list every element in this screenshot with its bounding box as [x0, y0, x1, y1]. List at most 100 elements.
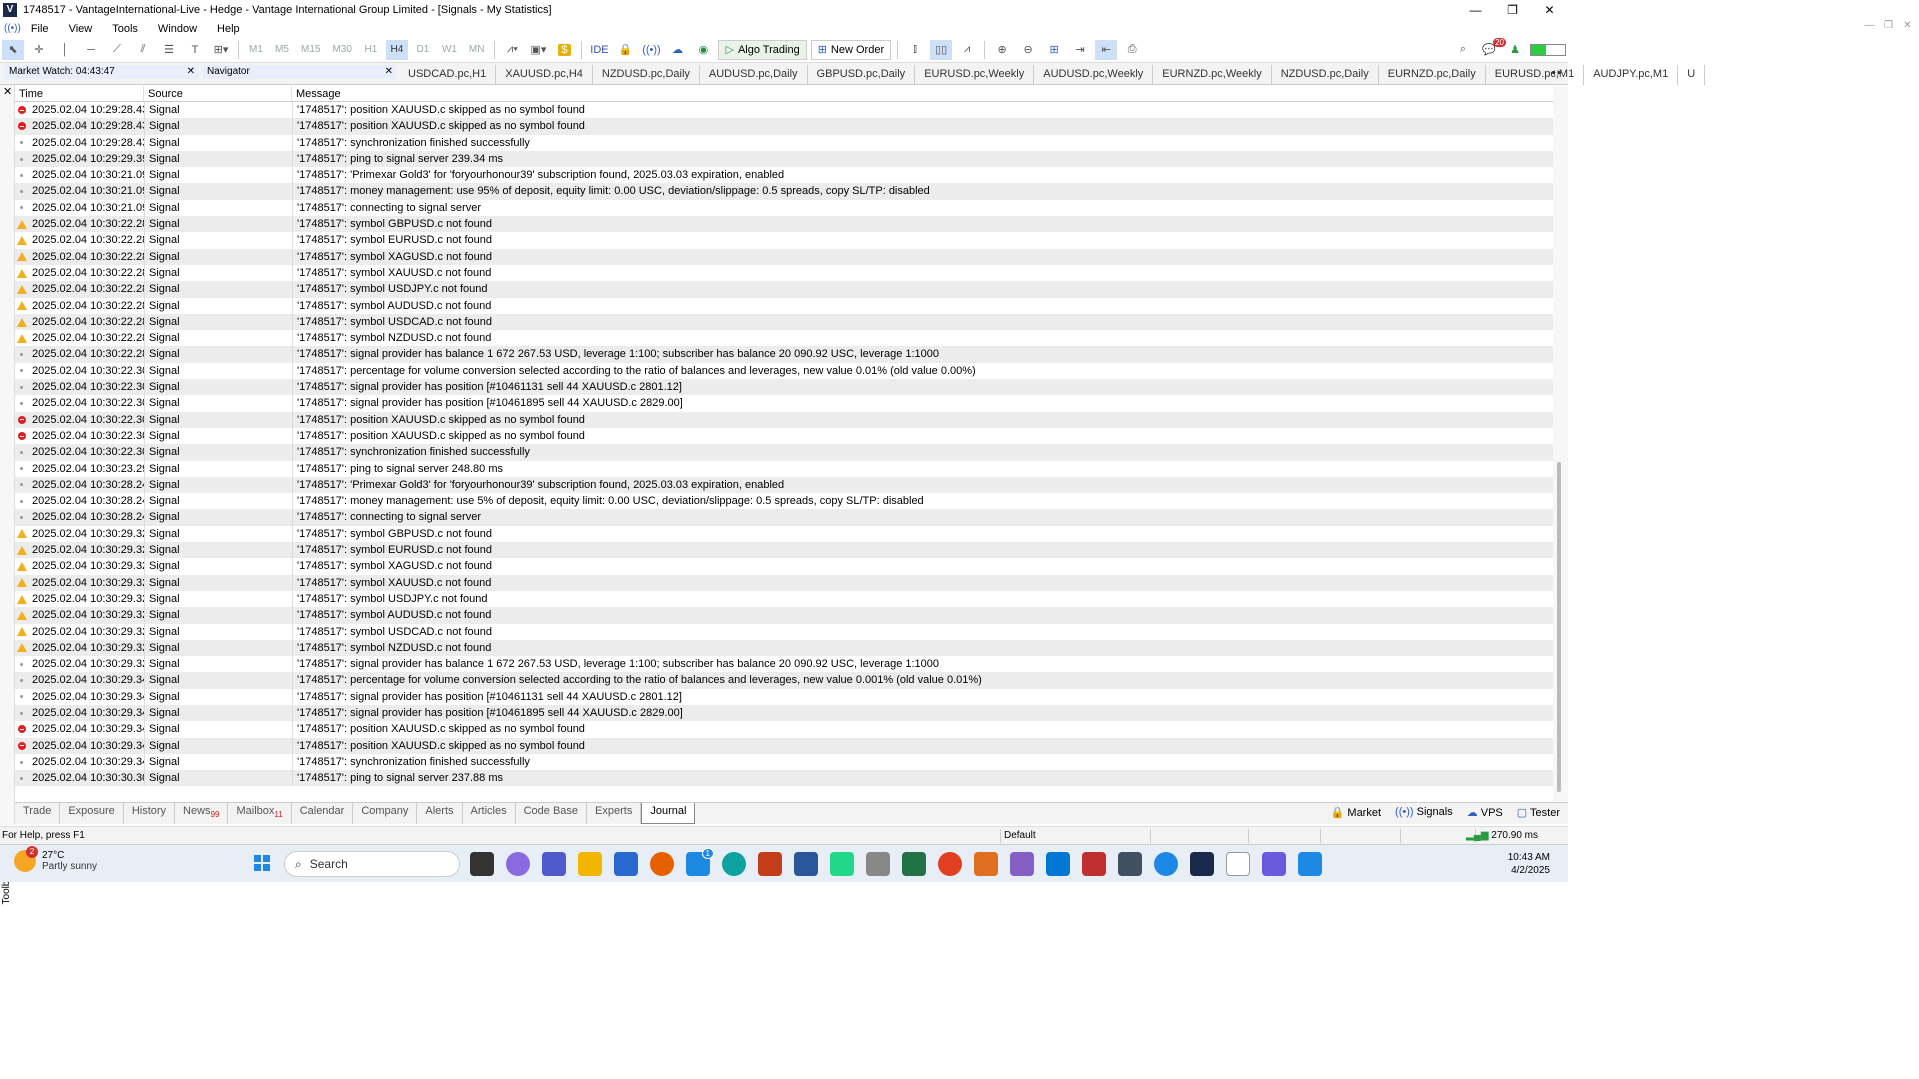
- store-icon[interactable]: [614, 852, 638, 876]
- toolbox-tab-exposure[interactable]: Exposure: [60, 803, 124, 824]
- journal-row[interactable]: 2025.02.04 10:30:28.241 Signal '1748517': …: [15, 509, 1553, 526]
- chart-tab[interactable]: EURUSD.pc,Weekly: [915, 65, 1035, 85]
- column-header-source[interactable]: Source: [144, 86, 292, 101]
- matlab-icon[interactable]: [974, 852, 998, 876]
- journal-row[interactable]: 2025.02.04 10:29:28.431 Signal '1748517': …: [15, 118, 1553, 135]
- todo-icon[interactable]: 1: [686, 848, 714, 876]
- journal-row[interactable]: 2025.02.04 10:30:22.284 Signal '1748517': …: [15, 313, 1553, 331]
- chart-tab[interactable]: USDCAD.pc,H1: [399, 65, 497, 85]
- tester-tool[interactable]: ▢ Tester: [1517, 806, 1560, 819]
- crosshair-icon[interactable]: ✛: [28, 40, 50, 60]
- indicators-icon[interactable]: ⩘▾: [501, 40, 523, 60]
- ide-button[interactable]: IDE: [588, 40, 610, 60]
- firefox-icon[interactable]: [650, 852, 674, 876]
- vertical-line-icon[interactable]: │: [54, 40, 76, 60]
- journal-row[interactable]: 2025.02.04 10:30:22.284 Signal '1748517': …: [15, 346, 1553, 363]
- shapes-icon[interactable]: ⊞▾: [210, 40, 232, 60]
- timeframe-m5[interactable]: M5: [271, 40, 293, 60]
- zoom-out-icon[interactable]: ⊖: [1017, 40, 1039, 60]
- chart-tab[interactable]: XAUUSD.pc,H4: [496, 65, 593, 85]
- journal-row[interactable]: 2025.02.04 10:30:29.322 Signal '1748517': …: [15, 525, 1553, 543]
- metatrader-icon[interactable]: [1190, 852, 1214, 876]
- bar-chart-icon[interactable]: ⫾: [904, 40, 926, 60]
- journal-row[interactable]: 2025.02.04 10:29:28.431 Signal '1748517': …: [15, 134, 1553, 151]
- menu-window[interactable]: Window: [148, 23, 207, 35]
- app-red-icon[interactable]: [1082, 852, 1106, 876]
- journal-row[interactable]: 2025.02.04 10:30:29.322 Signal '1748517': …: [15, 542, 1553, 559]
- market-watch-close-icon[interactable]: ✕: [187, 65, 195, 79]
- chart-tab[interactable]: EURUSD.pc,M1: [1486, 65, 1585, 85]
- chart-tab[interactable]: NZDUSD.pc,Daily: [1272, 65, 1379, 85]
- horizontal-line-icon[interactable]: ─: [80, 40, 102, 60]
- journal-row[interactable]: 2025.02.04 10:30:22.284 Signal '1748517': …: [15, 216, 1553, 233]
- timeframe-h1[interactable]: H1: [360, 40, 382, 60]
- navigator-close-icon[interactable]: ✕: [385, 65, 393, 79]
- excel-icon[interactable]: [902, 852, 926, 876]
- filter-app-icon[interactable]: [1262, 852, 1286, 876]
- cursor-icon[interactable]: ⬉: [2, 39, 24, 60]
- cloud-icon[interactable]: ☁: [666, 40, 688, 60]
- teams-icon[interactable]: [542, 852, 566, 876]
- pycharm-icon[interactable]: [830, 852, 854, 876]
- chart-tab[interactable]: EURNZD.pc,Weekly: [1153, 65, 1272, 85]
- journal-row[interactable]: 2025.02.04 10:30:22.284 Signal '1748517': …: [15, 281, 1553, 298]
- terminal-icon[interactable]: [1118, 852, 1142, 876]
- journal-row[interactable]: 2025.02.04 10:30:29.342 Signal '1748517': …: [15, 721, 1553, 738]
- menu-file[interactable]: File: [21, 23, 59, 35]
- journal-row[interactable]: 2025.02.04 10:30:22.284 Signal '1748517': …: [15, 330, 1553, 347]
- dollar-icon[interactable]: $: [553, 40, 575, 60]
- tile-windows-icon[interactable]: ⊞: [1043, 40, 1065, 60]
- journal-row[interactable]: 2025.02.04 10:29:29.393 Signal '1748517': …: [15, 150, 1553, 168]
- journal-row[interactable]: 2025.02.04 10:30:29.322 Signal '1748517': …: [15, 607, 1553, 624]
- vscode-icon[interactable]: [1046, 852, 1070, 876]
- journal-row[interactable]: 2025.02.04 10:30:29.322 Signal '1748517': …: [15, 623, 1553, 640]
- journal-row[interactable]: 2025.02.04 10:30:29.322 Signal '1748517': …: [15, 639, 1553, 657]
- navigator-panel-title[interactable]: Navigator ✕: [202, 65, 396, 79]
- weather-widget[interactable]: 2 27°C Partly sunny: [14, 846, 97, 872]
- signals-tool[interactable]: ((•)) Signals: [1395, 806, 1453, 819]
- word-icon[interactable]: [794, 852, 818, 876]
- copilot-icon[interactable]: [506, 852, 530, 876]
- edge-icon[interactable]: [722, 852, 746, 876]
- timeframe-w1[interactable]: W1: [438, 40, 461, 60]
- mdi-restore-button[interactable]: ❐: [1879, 20, 1898, 31]
- timeframe-m1[interactable]: M1: [245, 40, 267, 60]
- toolbox-tab-alerts[interactable]: Alerts: [417, 803, 463, 824]
- lock-icon[interactable]: 🔒: [614, 40, 636, 60]
- chart-tab[interactable]: AUDUSD.pc,Daily: [700, 65, 808, 85]
- toolbox-tab-mailbox[interactable]: Mailbox11: [228, 803, 292, 824]
- journal-row[interactable]: 2025.02.04 10:30:29.342 Signal '1748517': …: [15, 704, 1553, 722]
- chart-tab[interactable]: AUDJPY.pc,M1: [1584, 65, 1679, 85]
- menu-view[interactable]: View: [59, 23, 103, 35]
- toolbox-tab-calendar[interactable]: Calendar: [292, 803, 354, 824]
- column-header-message[interactable]: Message: [292, 86, 1553, 101]
- visual-studio-icon[interactable]: [1010, 852, 1034, 876]
- chart-tab[interactable]: U: [1678, 65, 1706, 85]
- notepad-icon[interactable]: [1226, 852, 1250, 876]
- menu-tools[interactable]: Tools: [102, 23, 148, 35]
- fibonacci-icon[interactable]: ☰: [158, 40, 180, 60]
- scrollbar-thumb[interactable]: [1557, 462, 1561, 792]
- journal-row[interactable]: 2025.02.04 10:30:22.301 Signal '1748517': …: [15, 379, 1553, 396]
- market-watch-panel-title[interactable]: Market Watch: 04:43:47 ✕: [4, 65, 198, 79]
- vps-tool[interactable]: ☁ VPS: [1467, 806, 1503, 819]
- notes-icon[interactable]: [1298, 852, 1322, 876]
- screenshot-icon[interactable]: ⎙: [1121, 40, 1143, 60]
- toolbox-tab-code-base[interactable]: Code Base: [516, 803, 588, 824]
- timeframe-mn[interactable]: MN: [465, 40, 489, 60]
- journal-row[interactable]: 2025.02.04 10:30:29.342 Signal '1748517': …: [15, 672, 1553, 689]
- toolbox-tab-experts[interactable]: Experts: [587, 803, 642, 824]
- journal-row[interactable]: 2025.02.04 10:30:22.284 Signal '1748517': …: [15, 232, 1553, 249]
- journal-row[interactable]: 2025.02.04 10:30:29.322 Signal '1748517': …: [15, 558, 1553, 575]
- journal-row[interactable]: 2025.02.04 10:29:28.431 Signal '1748517': …: [15, 102, 1553, 119]
- new-order-button[interactable]: ⊞ New Order: [810, 39, 892, 60]
- journal-row[interactable]: 2025.02.04 10:30:21.093 Signal '1748517': …: [15, 199, 1553, 217]
- journal-row[interactable]: 2025.02.04 10:30:30.300 Signal '1748517': …: [15, 770, 1553, 787]
- taskbar-search[interactable]: ⌕ Search: [284, 851, 460, 877]
- maximize-button[interactable]: ❐: [1494, 0, 1531, 20]
- journal-row[interactable]: 2025.02.04 10:30:21.093 Signal '1748517': …: [15, 183, 1553, 200]
- toolbox-tab-journal[interactable]: Journal: [641, 803, 696, 824]
- journal-row[interactable]: 2025.02.04 10:30:29.322 Signal '1748517': …: [15, 574, 1553, 591]
- file-explorer-icon[interactable]: [578, 852, 602, 876]
- chart-tabs-scroll-arrows-icon[interactable]: ◂ ▸: [1550, 67, 1562, 78]
